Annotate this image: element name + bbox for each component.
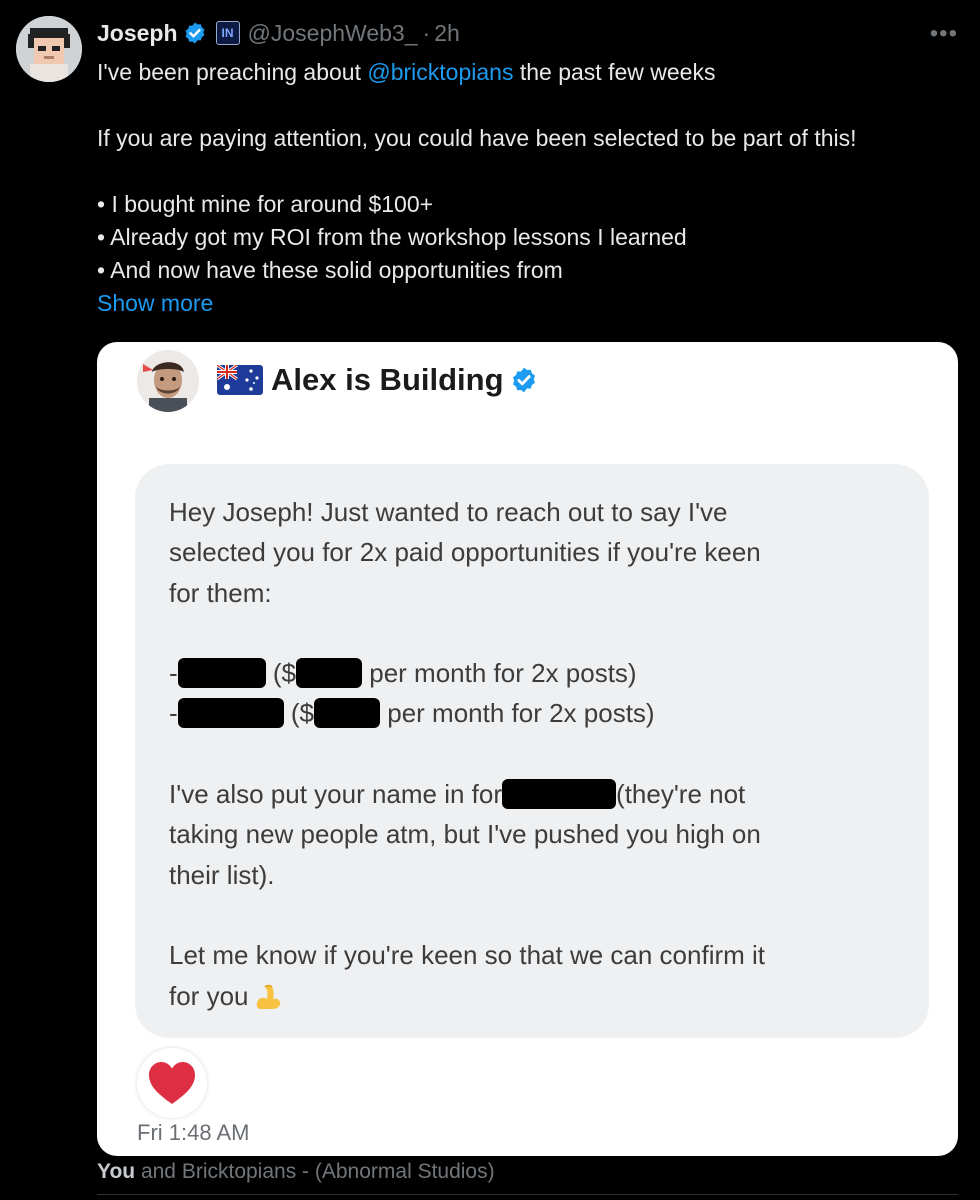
divider <box>97 1194 958 1195</box>
tweet-header: Joseph IN @JosephWeb3_ · 2h <box>97 18 460 48</box>
tweet-text: I've been preaching about @bricktopians … <box>97 56 967 320</box>
message-line: Let me know if you're keen so that we ca… <box>169 940 766 971</box>
tweet-bullet-2: • Already got my ROI from the workshop l… <box>97 224 687 250</box>
author-avatar[interactable] <box>16 16 82 82</box>
tagged-users[interactable]: You and Bricktopians - (Abnormal Studios… <box>97 1160 495 1184</box>
sender-avatar <box>137 350 199 412</box>
message-bullet-2: - ($ per month for 2x posts) <box>169 693 909 733</box>
message-line: selected you for 2x paid opportunities i… <box>169 537 761 568</box>
sender-header: Alex is Building <box>217 360 538 400</box>
bullet-dash: - <box>169 698 178 729</box>
message-line: taking new people atm, but I've pushed y… <box>169 819 761 850</box>
message-text-segment: ($ <box>283 698 315 729</box>
message-text-segment: I've also put your name in for <box>169 779 503 810</box>
message-text-segment: ($ <box>265 658 297 689</box>
tweet-line-2: If you are paying attention, you could h… <box>97 125 857 151</box>
reaction-heart-icon[interactable] <box>137 1048 207 1118</box>
sender-name: Alex is Building <box>271 362 504 397</box>
message-line: for them: <box>169 577 272 608</box>
message-text-segment: for you <box>169 980 249 1011</box>
bullet-dash: - <box>169 658 178 689</box>
australia-flag-icon <box>217 365 263 395</box>
redacted-block <box>177 658 266 689</box>
verified-badge-icon <box>183 21 207 45</box>
message-line-8: for you <box>169 976 909 1016</box>
message-text-segment: per month for 2x posts) <box>380 698 655 729</box>
tweet-text-segment: the past few weeks <box>513 59 716 85</box>
show-more-link[interactable]: Show more <box>97 287 967 320</box>
message-timestamp: Fri 1:48 AM <box>137 1120 250 1145</box>
redacted-block <box>296 658 363 689</box>
tweet-bullet-3: • And now have these solid opportunities… <box>97 257 563 283</box>
message-bubble: Hey Joseph! Just wanted to reach out to … <box>135 464 929 1038</box>
author-handle[interactable]: @JosephWeb3_ <box>248 20 418 47</box>
tagged-rest: and Bricktopians - (Abnormal Studios) <box>135 1160 495 1183</box>
tagged-you: You <box>97 1160 136 1183</box>
tweet-bullet-1: • I bought mine for around $100+ <box>97 191 434 217</box>
author-name[interactable]: Joseph <box>97 20 178 47</box>
message-line: their list). <box>169 859 275 890</box>
attached-screenshot[interactable]: Alex is Building Hey Joseph! Just wanted… <box>97 342 958 1156</box>
verified-badge-icon <box>510 366 538 394</box>
message-line: Hey Joseph! Just wanted to reach out to … <box>169 497 728 527</box>
message-line-4: I've also put your name in for (they're n… <box>169 774 909 814</box>
message-text-segment: per month for 2x posts) <box>362 658 637 689</box>
redacted-block <box>502 779 617 810</box>
message-bullet-1: - ($ per month for 2x posts) <box>169 653 909 693</box>
message-text: Hey Joseph! Just wanted to reach out to … <box>169 492 909 1016</box>
separator-dot: · <box>422 19 431 46</box>
affiliate-badge-icon[interactable]: IN <box>215 21 240 45</box>
mention-link[interactable]: @bricktopians <box>367 59 513 85</box>
tweet-timestamp[interactable]: 2h <box>434 20 460 47</box>
more-options-icon[interactable]: ••• <box>930 20 958 48</box>
message-text-segment: (they're not <box>616 779 746 810</box>
tweet-line-1: I've been preaching about @bricktopians … <box>97 56 967 89</box>
flexed-biceps-icon <box>253 981 283 1011</box>
tweet-text-segment: I've been preaching about <box>97 59 368 85</box>
redacted-block <box>314 698 381 729</box>
redacted-block <box>177 698 284 729</box>
